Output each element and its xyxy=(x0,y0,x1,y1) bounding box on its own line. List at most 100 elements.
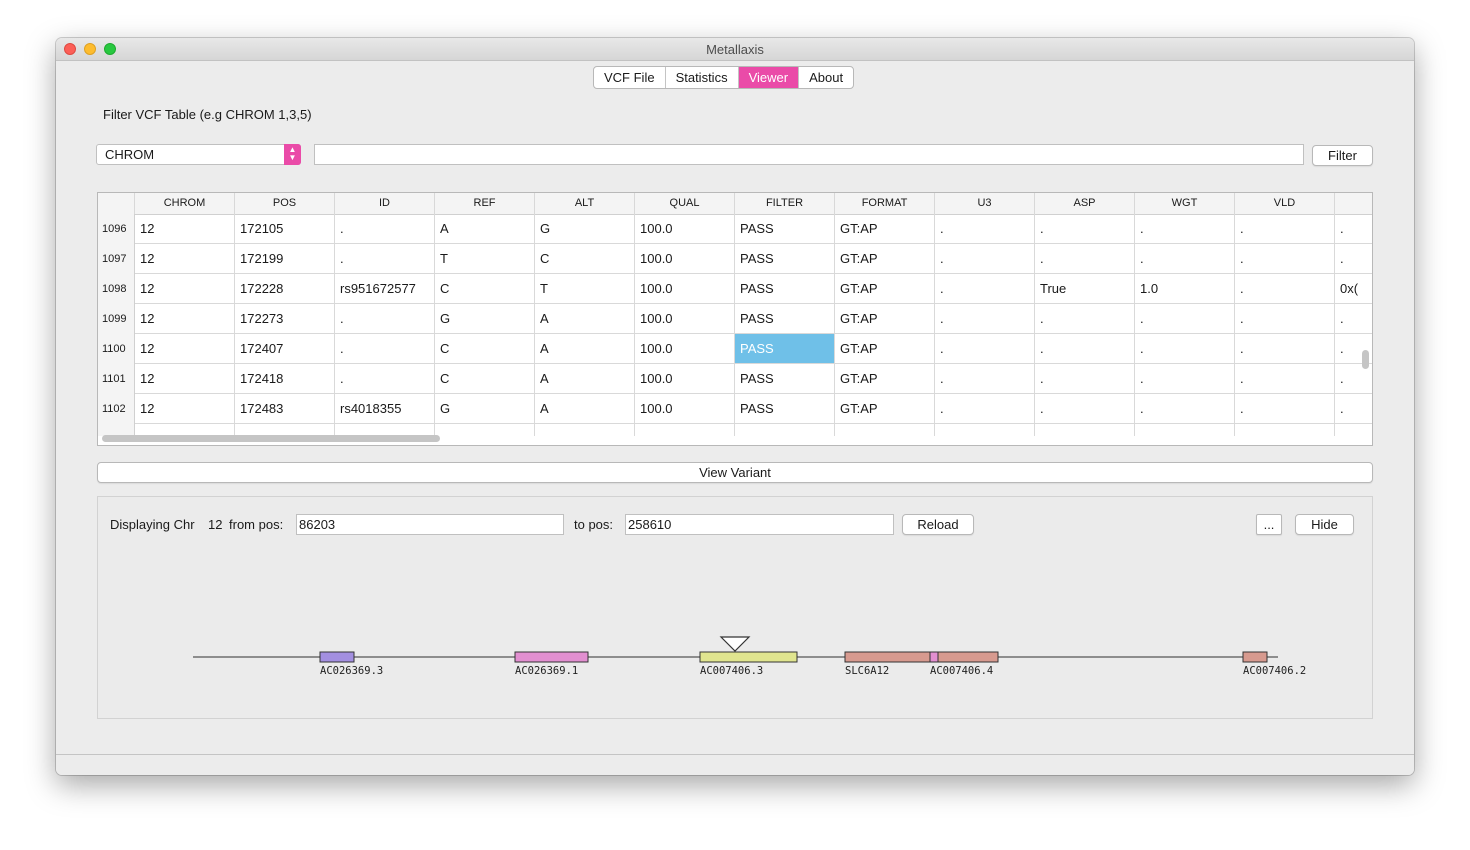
table-row[interactable]: 1099 12 172273. G A 100.0 PASS GT:AP..... xyxy=(98,304,1372,334)
table-cell[interactable]: GT:AP xyxy=(835,244,935,273)
table-cell[interactable]: 12 xyxy=(135,214,235,243)
table-cell[interactable]: . xyxy=(1235,394,1335,423)
to-pos-input[interactable]: 258610 xyxy=(625,514,894,535)
table-cell[interactable]: 12 xyxy=(135,334,235,363)
table-cell[interactable]: . xyxy=(1135,304,1235,333)
table-cell[interactable]: . xyxy=(1335,394,1372,423)
table-cell[interactable]: 172483 xyxy=(235,394,335,423)
column-header[interactable]: FORMAT xyxy=(835,193,935,214)
row-header[interactable]: 1098 xyxy=(98,274,135,304)
table-cell[interactable]: 172228 xyxy=(235,274,335,303)
row-header[interactable]: 1097 xyxy=(98,244,135,274)
table-cell[interactable]: . xyxy=(1335,304,1372,333)
filter-input[interactable] xyxy=(314,144,1304,165)
table-cell[interactable]: . xyxy=(935,364,1035,393)
table-cell[interactable]: . xyxy=(1035,244,1135,273)
table-cell[interactable]: 100.0 xyxy=(635,364,735,393)
row-header[interactable]: 1096 xyxy=(98,214,135,244)
column-header[interactable] xyxy=(1335,193,1372,214)
table-cell[interactable]: A xyxy=(535,304,635,333)
table-cell[interactable]: . xyxy=(335,364,435,393)
row-header[interactable]: 1101 xyxy=(98,364,135,394)
table-cell[interactable]: A xyxy=(435,214,535,243)
reload-button[interactable]: Reload xyxy=(902,514,974,535)
table-cell[interactable]: C xyxy=(435,364,535,393)
table-row[interactable]: 1098 12 172228 rs951672577 C T 100.0 PASS GT:AP.… xyxy=(98,274,1372,304)
gene-box[interactable] xyxy=(844,651,931,663)
table-cell[interactable]: A xyxy=(535,394,635,423)
table-cell[interactable]: . xyxy=(1235,364,1335,393)
table-cell[interactable]: . xyxy=(335,304,435,333)
table-cell[interactable]: . xyxy=(935,334,1035,363)
table-cell[interactable]: 12 xyxy=(135,304,235,333)
column-header[interactable]: ALT xyxy=(535,193,635,214)
table-cell[interactable]: . xyxy=(1235,244,1335,273)
table-cell[interactable]: . xyxy=(935,394,1035,423)
row-header[interactable]: 1102 xyxy=(98,394,135,424)
table-cell[interactable]: 100.0 xyxy=(635,304,735,333)
table-cell[interactable]: True xyxy=(1035,274,1135,303)
column-header[interactable]: QUAL xyxy=(635,193,735,214)
table-cell[interactable]: GT:AP xyxy=(835,274,935,303)
table-cell[interactable]: 100.0 xyxy=(635,274,735,303)
gene-box[interactable] xyxy=(514,651,589,663)
table-cell[interactable]: . xyxy=(1035,304,1135,333)
table-cell[interactable]: . xyxy=(1035,334,1135,363)
table-cell[interactable]: rs951672577 xyxy=(335,274,435,303)
table-row[interactable]: 1097 12 172199. T C 100.0 PASS GT:AP..... xyxy=(98,244,1372,274)
table-cell[interactable]: 1.0 xyxy=(1135,274,1235,303)
gene-box[interactable] xyxy=(934,651,999,663)
table-cell[interactable]: 12 xyxy=(135,364,235,393)
tab-viewer[interactable]: Viewer xyxy=(738,67,800,88)
table-cell[interactable]: 100.0 xyxy=(635,214,735,243)
filter-button[interactable]: Filter xyxy=(1312,145,1373,166)
horizontal-scrollbar[interactable] xyxy=(102,435,440,442)
table-cell[interactable]: A xyxy=(535,364,635,393)
table-cell[interactable]: G xyxy=(435,304,535,333)
table-cell[interactable]: PASS xyxy=(735,274,835,303)
table-cell[interactable]: rs4018355 xyxy=(335,394,435,423)
table-cell[interactable]: C xyxy=(435,274,535,303)
gene-box[interactable] xyxy=(1242,651,1268,663)
row-header[interactable]: 1099 xyxy=(98,304,135,334)
table-cell[interactable]: GT:AP xyxy=(835,364,935,393)
table-cell[interactable]: T xyxy=(435,244,535,273)
table-row[interactable]: 1101 12 172418. C A 100.0 PASS GT:AP..... xyxy=(98,364,1372,394)
table-cell[interactable]: . xyxy=(1135,394,1235,423)
table-cell[interactable]: . xyxy=(1135,364,1235,393)
table-cell[interactable]: 100.0 xyxy=(635,394,735,423)
table-cell[interactable]: . xyxy=(1135,214,1235,243)
tab-about[interactable]: About xyxy=(799,67,853,88)
vertical-scrollbar[interactable] xyxy=(1362,350,1369,369)
table-cell[interactable]: PASS xyxy=(735,334,835,363)
table-cell[interactable]: 172407 xyxy=(235,334,335,363)
table-cell[interactable]: . xyxy=(1335,244,1372,273)
table-cell[interactable]: . xyxy=(335,334,435,363)
more-options-button[interactable]: ... xyxy=(1256,514,1282,535)
table-cell[interactable]: 12 xyxy=(135,274,235,303)
table-cell[interactable]: PASS xyxy=(735,214,835,243)
column-header[interactable]: ASP xyxy=(1035,193,1135,214)
table-cell[interactable]: . xyxy=(935,214,1035,243)
table-cell[interactable]: . xyxy=(1235,214,1335,243)
table-cell[interactable]: 172105 xyxy=(235,214,335,243)
column-header[interactable]: CHROM xyxy=(135,193,235,214)
table-cell[interactable]: . xyxy=(1235,274,1335,303)
table-cell[interactable]: . xyxy=(1235,334,1335,363)
table-cell[interactable]: . xyxy=(1235,304,1335,333)
table-cell[interactable]: 0x( xyxy=(1335,274,1372,303)
tab-statistics[interactable]: Statistics xyxy=(666,67,739,88)
tab-vcf-file[interactable]: VCF File xyxy=(594,67,666,88)
table-cell[interactable]: 100.0 xyxy=(635,334,735,363)
table-cell[interactable]: G xyxy=(535,214,635,243)
row-header[interactable]: 1100 xyxy=(98,334,135,364)
table-row[interactable]: 1102 12 172483 rs4018355 G A 100.0 PASS GT:AP...… xyxy=(98,394,1372,424)
column-header[interactable]: ID xyxy=(335,193,435,214)
table-cell[interactable]: . xyxy=(1335,214,1372,243)
table-cell[interactable]: PASS xyxy=(735,244,835,273)
column-header[interactable]: WGT xyxy=(1135,193,1235,214)
column-header[interactable]: VLD xyxy=(1235,193,1335,214)
table-cell[interactable]: GT:AP xyxy=(835,214,935,243)
table-cell[interactable]: . xyxy=(1035,394,1135,423)
table-cell[interactable]: T xyxy=(535,274,635,303)
